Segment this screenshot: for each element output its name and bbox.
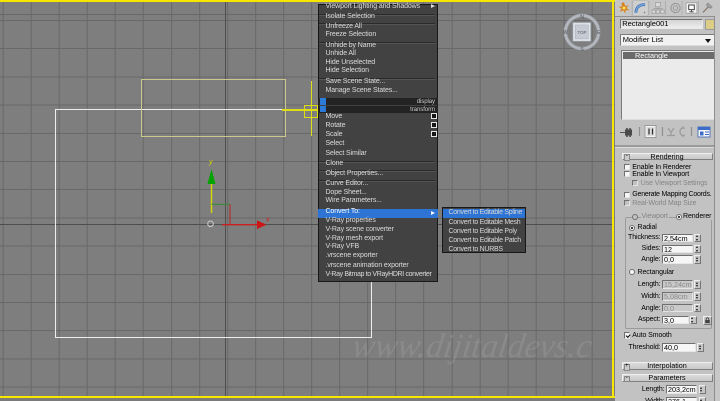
svg-text:TOP: TOP	[578, 30, 587, 35]
svg-text:y: y	[208, 159, 213, 166]
svg-text:N: N	[580, 14, 584, 20]
svg-text:E: E	[597, 30, 601, 36]
svg-text:W: W	[563, 30, 568, 36]
svg-text:x: x	[265, 217, 270, 224]
